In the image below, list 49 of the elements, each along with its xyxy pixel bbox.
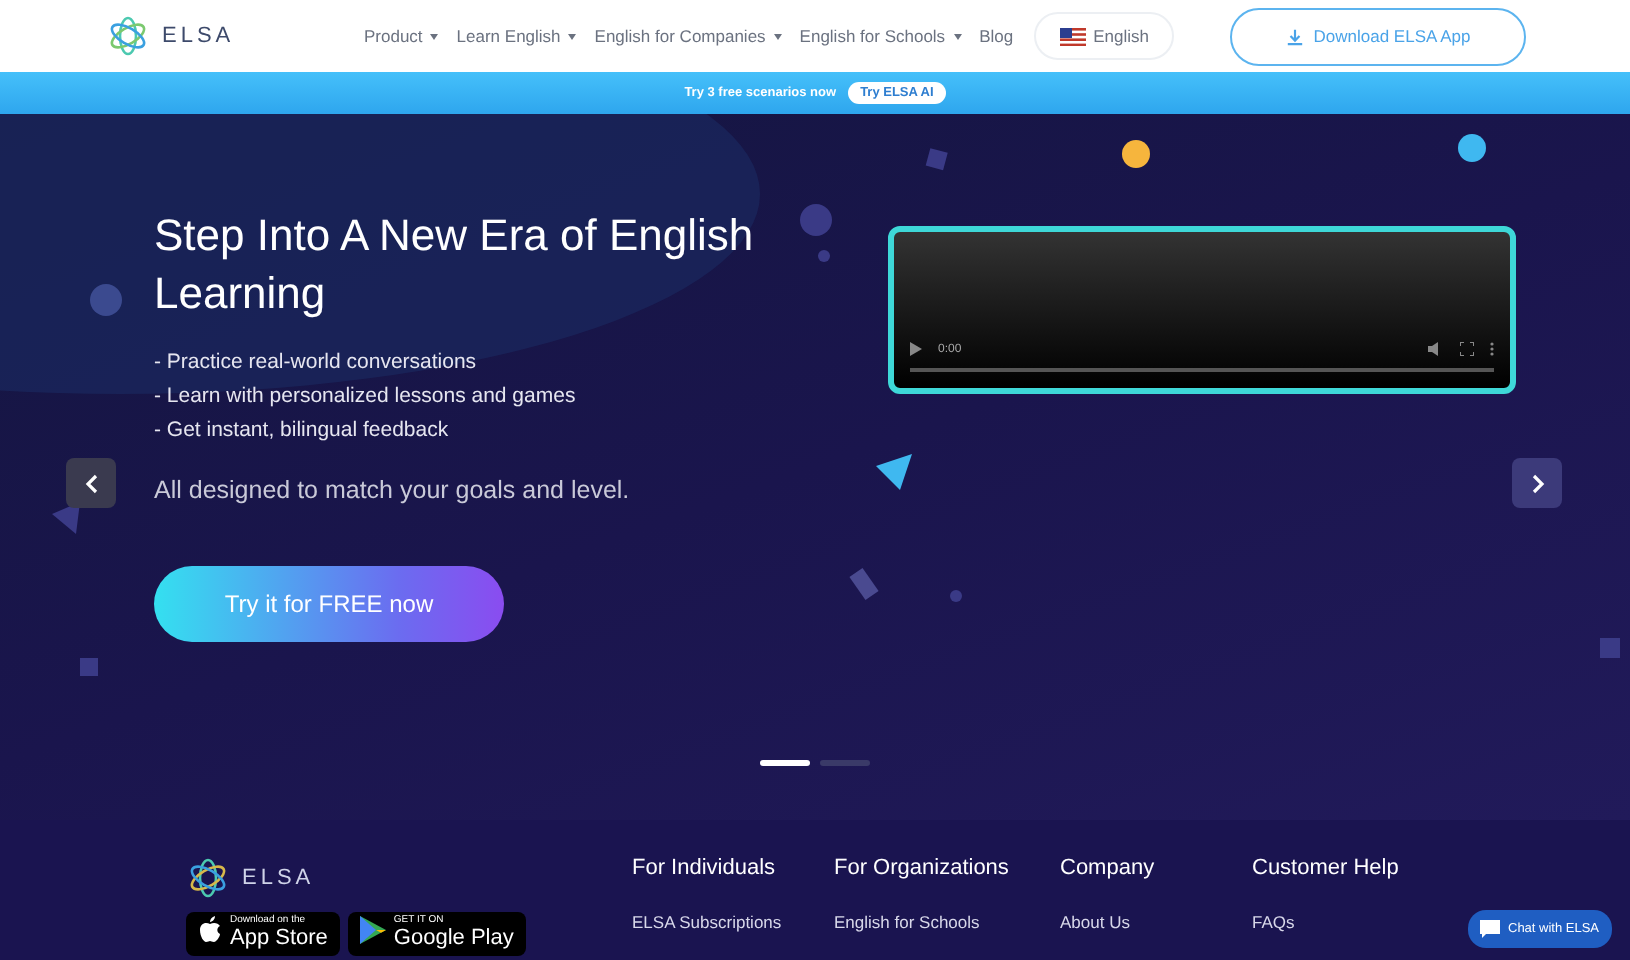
decorative-circle <box>800 204 832 236</box>
logo-icon <box>106 14 150 58</box>
caret-icon <box>773 33 782 39</box>
feature-text: - Get instant, bilingual feedback <box>154 418 451 444</box>
chevron-right-icon <box>1529 473 1545 493</box>
nav-link[interactable]: English for Companies <box>594 26 782 46</box>
download-icon <box>1285 27 1304 45</box>
nav-link[interactable]: English for Schools <box>799 26 962 46</box>
nav-link[interactable]: Learn English <box>456 26 577 46</box>
footer-link[interactable]: About Us <box>1060 912 1252 932</box>
play-store-icon <box>359 916 386 944</box>
caret-icon <box>430 33 439 39</box>
next-slide-button[interactable] <box>1512 458 1562 508</box>
hero-title: Step Into A New Era of English Learning <box>154 208 756 322</box>
caret-icon <box>568 33 577 39</box>
decorative-circle <box>1458 134 1486 162</box>
decorative-dot <box>818 250 830 262</box>
volume-icon[interactable] <box>1428 342 1444 356</box>
apple-icon <box>198 916 222 944</box>
footer-link[interactable]: FAQs <box>1252 912 1399 932</box>
footer-link[interactable]: English for Schools <box>834 912 1060 932</box>
language-selector[interactable]: English <box>1033 12 1175 60</box>
footer-heading: Customer Help <box>1252 856 1399 880</box>
nav-link[interactable]: Product <box>364 26 439 46</box>
decorative-square <box>1600 638 1620 658</box>
logo-text[interactable]: ELSA <box>162 24 235 48</box>
hero-subtitle: All designed to match your goals and level. <box>154 476 632 504</box>
fullscreen-icon[interactable] <box>1460 342 1474 356</box>
nav-link[interactable]: Blog <box>979 26 1014 46</box>
feature-text: - Practice real-world conversations <box>154 350 479 376</box>
footer-heading: For Organizations <box>834 856 1011 880</box>
feature-text: - Learn with personalized lessons and games <box>154 384 578 410</box>
decorative-triangle <box>876 454 912 490</box>
logo-icon <box>186 856 230 900</box>
chevron-left-icon <box>83 473 99 493</box>
decorative-dot <box>950 590 962 602</box>
play-icon[interactable] <box>910 342 922 356</box>
caret-icon <box>953 33 962 39</box>
footer-heading: For Individuals <box>632 856 778 880</box>
decorative-circle <box>1122 140 1150 168</box>
decorative-triangle <box>52 502 80 534</box>
flag-icon <box>1059 27 1086 45</box>
decorative-circle <box>90 284 122 316</box>
chat-icon <box>1480 920 1500 938</box>
footer-link[interactable]: ELSA Subscriptions <box>632 912 834 932</box>
logo-text[interactable]: ELSA <box>242 866 315 890</box>
footer-heading: Company <box>1060 856 1157 880</box>
decorative-square <box>80 658 98 676</box>
previous-slide-button[interactable] <box>66 458 116 508</box>
